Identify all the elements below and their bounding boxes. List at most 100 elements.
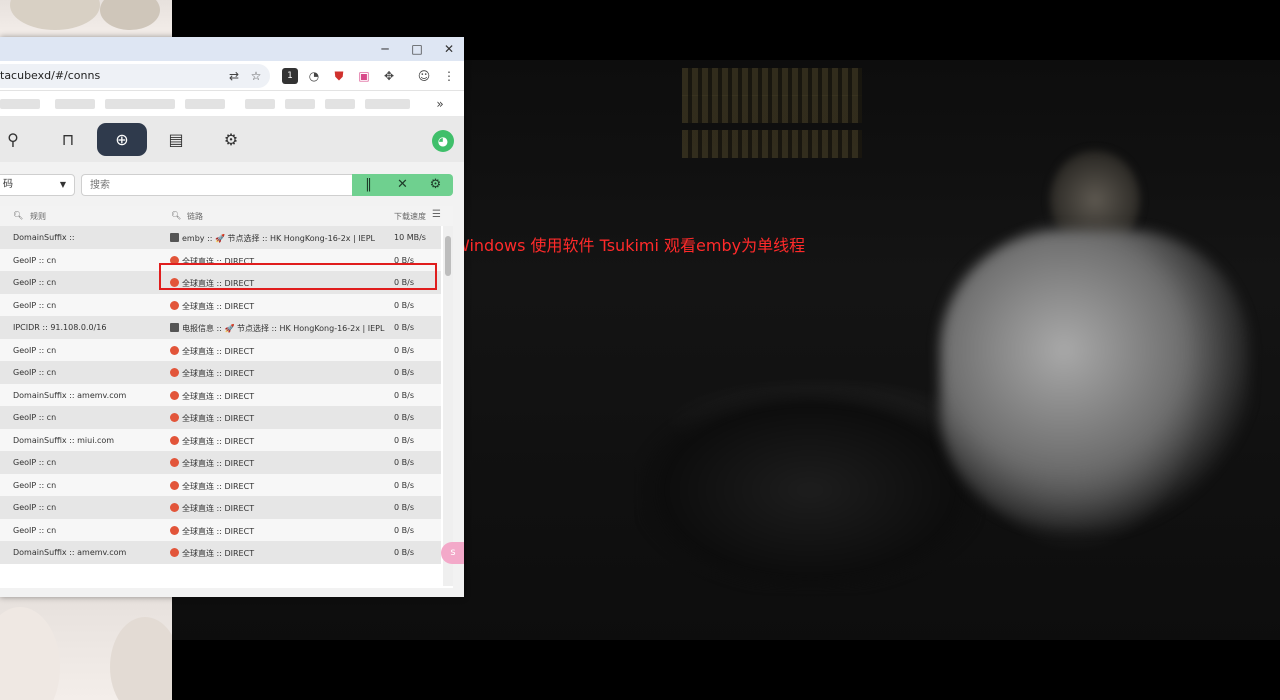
rule-cell: GeoIP :: cn [13,458,57,467]
chain-text: 全球直连 :: DIRECT [182,436,255,446]
columns-menu-icon[interactable]: ☰ [432,209,441,220]
bookmark-item[interactable] [0,99,40,109]
rule-cell: DomainSuffix :: miui.com [13,435,115,445]
wallpaper-figure-shape [0,607,60,700]
table-row[interactable]: DomainSuffix :: amemv.com 全球直连 :: DIRECT 0… [0,541,441,564]
direct-icon [170,458,179,467]
pause-button[interactable]: ‖ [352,174,385,196]
header-chain[interactable]: 链路 [187,211,203,222]
nav-logs-icon[interactable]: ▤ [151,123,201,156]
table-row[interactable]: GeoIP :: cn 全球直连 :: DIRECT 0 B/s [0,473,441,496]
chain-cell: 全球直连 :: DIRECT [170,435,255,447]
direct-icon [170,480,179,490]
puzzle-icon[interactable]: ✥ [381,68,397,84]
scrollbar-thumb[interactable] [445,236,451,276]
search-input[interactable] [81,174,353,196]
group-select[interactable]: 码 ▼ [0,174,75,196]
direct-icon [170,503,179,512]
bookmark-item[interactable] [365,99,410,109]
table-row[interactable]: IPCIDR :: 91.108.0.0/16 电报信息 :: 🚀 节点选择 ::… [0,316,441,339]
chain-text: 全球直连 :: DIRECT [182,549,255,558]
chain-text: 全球直连 :: DIRECT [182,526,255,536]
chain-cell: 电报信息 :: 🚀 节点选择 :: HK HongKong-16-2x | IE… [170,323,384,334]
close-window-button[interactable]: ✕ [436,39,462,59]
avatar-icon[interactable]: ☺ [416,68,432,84]
nav-overview-icon[interactable]: ⚲ [0,123,38,156]
direct-icon [170,413,179,422]
header-speed[interactable]: 下载速度 [394,211,426,222]
header-rule[interactable]: 规则 [30,211,46,222]
nav-connections-icon[interactable]: ⊕ [97,123,147,156]
chain-cell: 全球直连 :: DIRECT [170,525,255,537]
bookmark-item[interactable] [55,99,95,109]
connection-controls: ‖ ✕ ⚙ [352,174,453,196]
table-row[interactable]: GeoIP :: cn 全球直连 :: DIRECT 0 B/s [0,406,441,429]
speed-cell: 0 B/s [394,413,414,422]
extension-badge-count: 1 [287,71,293,81]
speed-cell: 0 B/s [394,300,414,310]
scrollbar[interactable] [443,226,453,586]
filter-bar: 码 ▼ ‖ ✕ ⚙ [0,174,464,198]
highlight-box [159,263,437,290]
maximize-button[interactable]: □ [404,39,430,59]
direct-icon [170,300,179,310]
background-window-light [682,68,862,96]
chain-text: 全球直连 :: DIRECT [182,459,255,468]
speed-cell: 0 B/s [394,548,414,557]
proxy-group-icon [170,233,179,242]
direct-icon [170,390,179,400]
browser-window[interactable]: ─ □ ✕ tacubexd/#/conns ⇄ ☆ 1 ◔ ⛊ ▣ ✥ ☺ ⋮ [0,37,464,597]
bookmark-item[interactable] [325,99,355,109]
rule-cell: DomainSuffix :: amemv.com [13,390,127,400]
search-icon[interactable]: 🔍︎ [13,211,23,220]
table-row[interactable]: GeoIP :: cn 全球直连 :: DIRECT 0 B/s [0,338,441,361]
bookmarks-overflow-icon[interactable]: » [432,96,448,112]
settings-button[interactable]: ⚙ [419,174,452,196]
chain-cell: 全球直连 :: DIRECT [170,390,254,402]
rule-cell: IPCIDR :: 91.108.0.0/16 [13,323,107,332]
background-window-light [682,130,862,158]
title-bar[interactable]: ─ □ ✕ [0,37,464,61]
translate-icon[interactable]: ⇄ [226,68,242,84]
star-icon[interactable]: ☆ [248,68,264,84]
table-row[interactable]: DomainSuffix :: amemv.com 全球直连 :: DIRECT 0… [0,383,441,406]
search-icon[interactable]: 🔍︎ [171,211,181,220]
extension-pink-icon[interactable]: ▣ [356,68,372,84]
bookmark-item[interactable] [105,99,175,109]
floating-widget[interactable]: ꜱ [441,542,464,564]
table-row[interactable]: GeoIP :: cn 全球直连 :: DIRECT 0 B/s [0,361,441,384]
table-row[interactable]: DomainSuffix :: emby :: 🚀 节点选择 :: HK Hon… [0,226,441,249]
table-row[interactable]: GeoIP :: cn 全球直连 :: DIRECT 0 B/s [0,518,441,541]
nav-settings-icon[interactable]: ⚙ [206,123,256,156]
table-row[interactable]: GeoIP :: cn 全球直连 :: DIRECT 0 B/s [0,496,441,519]
speed-cell: 0 B/s [394,503,414,512]
speed-cell: 0 B/s [394,323,414,332]
rule-cell: GeoIP :: cn [13,278,57,287]
table-row[interactable]: DomainSuffix :: miui.com 全球直连 :: DIRECT 0 … [0,428,441,451]
direct-icon [170,525,179,535]
extension-shield-icon[interactable]: ⛊ [331,68,347,84]
nav-proxies-icon[interactable]: ⊓ [43,123,93,156]
table-row[interactable]: GeoIP :: cn 全球直连 :: DIRECT 0 B/s [0,451,441,474]
chain-text: 全球直连 :: DIRECT [182,301,255,311]
theme-palette-icon[interactable]: ◕ [432,130,454,152]
speed-cell: 0 B/s [394,525,414,535]
table-header: 🔍︎ 规则 🔍︎ 链路 下载速度 ☰ [0,206,453,226]
extension-badge-icon[interactable]: 1 [282,68,298,84]
bookmark-item[interactable] [285,99,315,109]
bookmark-item[interactable] [185,99,225,109]
minimize-button[interactable]: ─ [372,39,398,59]
chain-text: 电报信息 :: 🚀 节点选择 :: HK HongKong-16-2x | IE… [182,324,385,333]
speed-cell: 0 B/s [394,458,414,467]
close-all-button[interactable]: ✕ [386,174,419,196]
bookmark-item[interactable] [245,99,275,109]
rule-cell: GeoIP :: cn [13,368,57,377]
chain-cell: 全球直连 :: DIRECT [170,503,254,514]
video-shadow-object [640,390,980,590]
chain-cell: 全球直连 :: DIRECT [170,368,254,379]
annotation-text: Windows 使用软件 Tsukimi 观看emby为单线程 [454,236,806,255]
extension-gauge-icon[interactable]: ◔ [306,68,322,84]
table-row[interactable]: GeoIP :: cn 全球直连 :: DIRECT 0 B/s [0,293,441,316]
rule-cell: GeoIP :: cn [13,525,57,535]
menu-icon[interactable]: ⋮ [441,68,457,84]
